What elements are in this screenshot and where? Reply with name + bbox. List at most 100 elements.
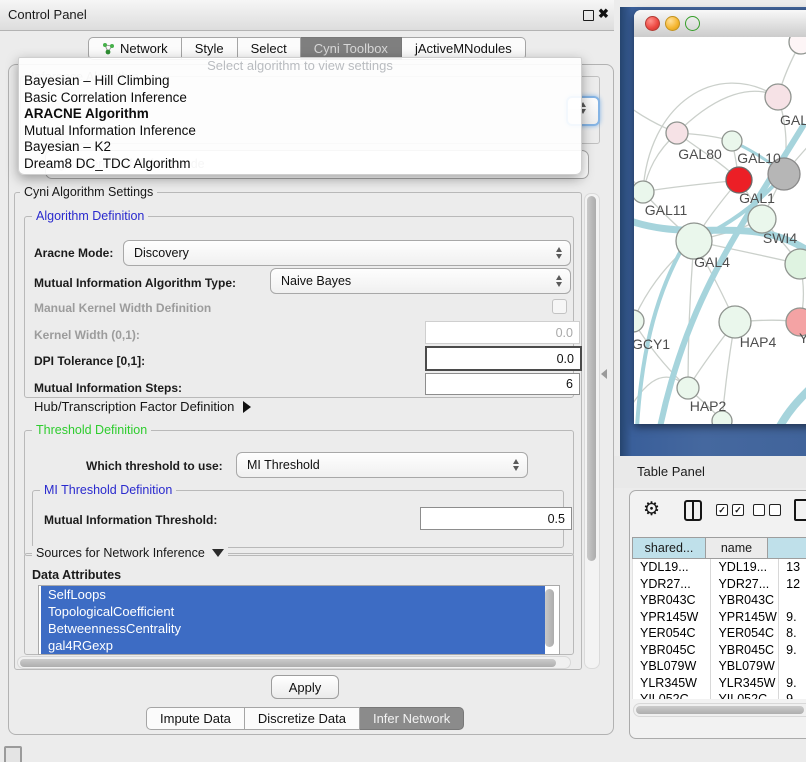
attributes-scrollbar-thumb[interactable]	[545, 589, 554, 647]
attribute-betweennesscentrality[interactable]: BetweennessCentrality	[41, 620, 545, 637]
tab-impute-data[interactable]: Impute Data	[146, 707, 245, 730]
select-all-checkboxes-icon[interactable]: ✓✓	[716, 504, 748, 516]
apply-button[interactable]: Apply	[271, 675, 339, 699]
node-unlabeled-top[interactable]	[789, 37, 806, 54]
label-gal1: GAL1	[739, 190, 775, 206]
threshold-definition-title: Threshold Definition	[32, 423, 151, 437]
cell: YLR345W	[632, 675, 710, 692]
table-row[interactable]: YER054CYER054C8.	[632, 625, 806, 642]
node-gal11[interactable]	[634, 181, 654, 203]
dropdown-item-mutual-information[interactable]: Mutual Information Inference	[19, 123, 581, 140]
which-threshold-label: Which threshold to use:	[86, 459, 223, 473]
tab-cyni-toolbox-label: Cyni Toolbox	[314, 41, 388, 56]
table-row[interactable]: YBR045CYBR045C9.	[632, 642, 806, 659]
table-row[interactable]: YDR27...YDR27...12	[632, 576, 806, 593]
manual-kernel-width-checkbox[interactable]	[552, 299, 567, 314]
settings-vertical-scrollbar[interactable]	[584, 193, 600, 669]
mi-steps-field[interactable]: 6	[425, 373, 580, 395]
close-traffic-light-icon[interactable]	[645, 16, 660, 31]
cell: 12	[778, 576, 806, 593]
mi-algorithm-type-combobox[interactable]: Naive Bayes	[270, 268, 571, 294]
cell: YBR043C	[710, 592, 778, 609]
tab-infer-network[interactable]: Infer Network	[360, 707, 464, 730]
cell: YBR043C	[632, 592, 710, 609]
attribute-gal4rgexp[interactable]: gal4RGexp	[41, 637, 545, 654]
label-gal11: GAL11	[645, 202, 688, 218]
node-gal-partial[interactable]	[765, 84, 791, 110]
tab-discretize-data[interactable]: Discretize Data	[245, 707, 360, 730]
node-gal80[interactable]	[666, 122, 688, 144]
dropdown-item-bayesian-hill-climbing[interactable]: Bayesian – Hill Climbing	[19, 73, 581, 90]
node-gal1[interactable]	[748, 205, 776, 233]
algorithm-definition-title: Algorithm Definition	[32, 209, 148, 223]
mi-algorithm-type-label: Mutual Information Algorithm Type:	[34, 276, 236, 290]
hub-definition-toggle[interactable]: Hub/Transcription Factor Definition	[34, 399, 251, 414]
dropdown-item-dream8[interactable]: Dream8 DC_TDC Algorithm	[19, 156, 581, 173]
sources-toggle[interactable]: Sources for Network Inference	[32, 546, 228, 560]
label-gal80: GAL80	[678, 146, 722, 162]
column-header-clipped[interactable]	[767, 537, 806, 559]
column-header-name[interactable]: name	[705, 537, 767, 559]
tab-jactivemnodules-label: jActiveMNodules	[415, 41, 512, 56]
node-gcy1[interactable]	[634, 310, 644, 332]
which-threshold-value: MI Threshold	[237, 458, 508, 472]
panel-splitter-arrow-icon[interactable]	[601, 369, 607, 379]
dpi-tolerance-field[interactable]: 0.0	[425, 346, 582, 371]
columns-icon[interactable]	[684, 500, 702, 521]
mi-algorithm-type-value: Naive Bayes	[271, 274, 551, 288]
tab-discretize-data-label: Discretize Data	[258, 711, 346, 726]
network-canvas[interactable]: GAL80 GAL10 GAL1 GAL11 GAL4 SWI4 GCY1 HA…	[634, 37, 806, 424]
settings-horizontal-scrollbar[interactable]	[17, 656, 571, 669]
label-hap2: HAP2	[690, 398, 727, 414]
minimize-traffic-light-icon[interactable]	[665, 16, 680, 31]
node-gal10[interactable]	[722, 131, 742, 151]
node-swi4[interactable]	[785, 249, 806, 279]
node-hap2[interactable]	[677, 377, 699, 399]
cell: YBR045C	[710, 642, 778, 659]
table-row[interactable]: YBL079WYBL079W	[632, 658, 806, 675]
settings-horizontal-scrollbar-thumb[interactable]	[20, 659, 556, 667]
which-threshold-combobox[interactable]: MI Threshold	[236, 452, 528, 478]
new-table-icon[interactable]	[794, 499, 806, 521]
attribute-selfloops[interactable]: SelfLoops	[41, 586, 545, 603]
table-row[interactable]: YDL19...YDL19...13	[632, 559, 806, 576]
network-window-titlebar[interactable]	[634, 10, 806, 38]
cell: 9.	[778, 609, 806, 626]
dropdown-item-aracne[interactable]: ARACNE Algorithm	[19, 106, 581, 123]
mi-threshold-field[interactable]: 0.5	[420, 507, 572, 530]
cell	[778, 592, 806, 609]
aracne-mode-combobox[interactable]: Discovery	[123, 240, 571, 266]
label-gal-partial: GAL	[780, 112, 806, 128]
attribute-topologicalcoefficient[interactable]: TopologicalCoefficient	[41, 603, 545, 620]
tab-infer-network-label: Infer Network	[373, 711, 450, 726]
settings-vertical-scrollbar-thumb[interactable]	[587, 196, 596, 561]
table-row[interactable]: YBR043CYBR043C	[632, 592, 806, 609]
label-swi4: SWI4	[763, 230, 797, 246]
float-panel-icon[interactable]	[583, 10, 594, 21]
dropdown-item-basic-correlation[interactable]: Basic Correlation Inference	[19, 90, 581, 107]
column-header-shared[interactable]: shared...	[632, 537, 705, 559]
screen: Control Panel ✖ Network Style Select Cyn…	[0, 0, 806, 762]
table-row[interactable]: YLR345WYLR345W9.	[632, 675, 806, 692]
cell: YDR27...	[710, 576, 778, 593]
aracne-mode-value: Discovery	[124, 246, 551, 260]
cell: 13	[778, 559, 806, 576]
deselect-all-checkboxes-icon[interactable]	[753, 504, 785, 516]
table-row[interactable]: YPR145WYPR145W9.	[632, 609, 806, 626]
algorithm-dropdown-list: Select algorithm to view settings Bayesi…	[18, 57, 582, 175]
label-gal10: GAL10	[737, 150, 781, 166]
table-row[interactable]: YIL052CYIL052C9.	[632, 691, 806, 699]
label-hap4: HAP4	[740, 334, 777, 350]
minimized-panel-icon[interactable]	[4, 746, 22, 762]
zoom-traffic-light-icon[interactable]	[685, 16, 700, 31]
kernel-width-label: Kernel Width (0,1):	[34, 328, 140, 342]
dropdown-placeholder: Select algorithm to view settings	[19, 58, 581, 73]
table-horizontal-scrollbar-thumb[interactable]	[636, 706, 804, 714]
table-horizontal-scrollbar[interactable]	[633, 703, 806, 717]
network-view-window[interactable]: GAL80 GAL10 GAL1 GAL11 GAL4 SWI4 GCY1 HA…	[634, 10, 806, 424]
dropdown-item-bayesian-k2[interactable]: Bayesian – K2	[19, 139, 581, 156]
network-graph: GAL80 GAL10 GAL1 GAL11 GAL4 SWI4 GCY1 HA…	[634, 37, 806, 424]
kernel-width-field[interactable]: 0.0	[425, 321, 580, 344]
gear-icon[interactable]: ⚙	[643, 499, 660, 521]
close-icon[interactable]: ✖	[598, 6, 609, 22]
